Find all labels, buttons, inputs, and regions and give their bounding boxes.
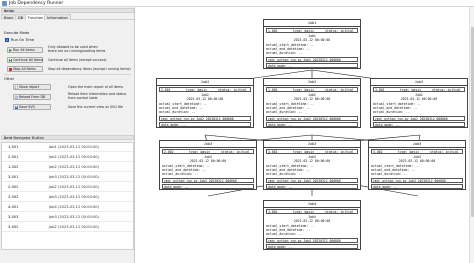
job-card-2-002[interactable]: Job3 2-002 type: basic status: initial J… <box>159 140 257 190</box>
show-report-button[interactable]: Show report <box>13 84 51 90</box>
navigator-list[interactable]: 1-001 Job1 (2023-03-12 00:00:00) 2-001 Job… <box>1 142 134 250</box>
navigator-row[interactable]: 2-001 Job2 (2023-03-12 00:00:00) <box>2 153 133 162</box>
dock-controls[interactable]: ⧉ ✕ <box>4 9 132 13</box>
window-title: Job Dependency Runner <box>9 1 64 6</box>
job-card-1-001[interactable]: Job1 1-001 type: basic status: initial J… <box>263 19 361 69</box>
job-card-4-001[interactable]: Job4 4-001 type: basic status: initial J… <box>263 200 361 250</box>
other-label: Other <box>4 77 15 81</box>
navigator-row[interactable]: 3-001 Job3 (2023-03-12 00:00:00) <box>2 173 133 182</box>
job-card-3-002[interactable]: Job3 3-002 type: basic status: initial J… <box>368 140 466 190</box>
job-card-status-row: 3-001 type: basic status: initial <box>373 87 465 92</box>
job-card-3-001[interactable]: Job2 3-001 type: basic status: initial J… <box>370 78 468 128</box>
play-icon <box>9 49 12 52</box>
job-card-header: Job1 <box>264 20 360 27</box>
navigator-row[interactable]: 2-002 Job2 (2023-03-12 00:00:00) <box>2 183 133 192</box>
save-icon <box>15 106 18 109</box>
reload-icon <box>15 96 18 99</box>
reload-desc-2: from control table <box>68 96 98 100</box>
job-card-header: Job3 <box>264 141 360 148</box>
execute-mode-label: Execute Mode <box>4 31 30 35</box>
stop-all-items-button[interactable]: Stop All Items <box>7 66 43 72</box>
navigator-row[interactable]: 3-003 Job3 (2023-03-12 00:00:00) <box>2 213 133 222</box>
show-report-desc: Open the main report of all items <box>68 85 124 89</box>
job-card-status-row: 2-001 type: basic status: initial <box>159 87 251 92</box>
job-card-header: Job3 <box>160 141 256 148</box>
run-all-desc-2: there are no running/waiting items <box>48 49 106 53</box>
save-svg-desc: Save the current view as SVG file <box>68 105 123 109</box>
job-card-2-001[interactable]: Job2 2-001 type: basic status: initial J… <box>156 78 254 128</box>
job-card-header: Job4 <box>264 201 360 208</box>
window-titlebar: Job Dependency Runner <box>0 0 474 7</box>
navigator-dock-controls[interactable]: ⧉ ✕ <box>4 136 132 140</box>
stop-icon <box>9 68 12 71</box>
app-icon <box>2 1 7 6</box>
job-card-status-row: 4-001 type: basic status: initial <box>266 209 358 214</box>
job-card-header: Job2 <box>371 79 467 86</box>
save-svg-button[interactable]: Save SVG <box>13 104 51 110</box>
run-all-items-button[interactable]: Run All Items <box>7 47 43 53</box>
navigator-row[interactable]: 1-001 Job1 (2023-03-12 00:00:00) <box>2 143 133 152</box>
job-card-status-row: 1-002 type: basic status: initial <box>266 87 358 92</box>
job-card-status-row: 3-002 type: basic status: initial <box>371 149 463 154</box>
vertical-scrollbar[interactable] <box>469 7 474 263</box>
navigator-row[interactable]: 4-001 Job4 (2023-03-12 00:00:00) <box>2 203 133 212</box>
job-card-header: Job2 <box>157 79 253 86</box>
continue-all-desc: Continue all items (except success) <box>48 58 107 62</box>
setup-dock-title[interactable]: Setup ⧉ ✕ <box>1 8 134 13</box>
navigator-row[interactable]: 3-002 Job3 (2023-03-12 00:00:00) <box>2 193 133 202</box>
report-icon <box>15 86 18 89</box>
job-card-status-row: 1-001 type: basic status: initial <box>266 28 358 33</box>
continue-icon <box>9 59 12 62</box>
job-card-1-002[interactable]: Job2 1-002 type: basic status: initial J… <box>263 78 361 128</box>
job-card-status-row: 3-001 type: basic status: initial <box>266 149 358 154</box>
job-card-header: Job2 <box>264 79 360 86</box>
section-divider <box>4 74 131 75</box>
navigator-dock-title[interactable]: Item Navigator Button ⧉ ✕ <box>1 135 134 140</box>
run-on-time-label: Run On Time <box>11 38 35 42</box>
job-card-3-001b[interactable]: Job3 3-001 type: basic status: initial J… <box>263 140 361 190</box>
left-panel: Setup ⧉ ✕ Basic DB Function Information … <box>0 7 135 263</box>
job-card-status-row: 2-002 type: basic status: initial <box>162 149 254 154</box>
navigator-row[interactable]: 1-002 Job2 (2023-03-12 00:00:00) <box>2 163 133 172</box>
stop-all-desc: Stop all dependency items (except runnin… <box>48 67 131 71</box>
job-card-header: Job3 <box>369 141 465 148</box>
continue-all-items-button[interactable]: Continue All Items <box>7 57 43 63</box>
tab-bar: Basic DB Function Information <box>1 14 134 20</box>
reload-from-db-button[interactable]: Reload From DB <box>13 94 51 100</box>
tab-information[interactable]: Information <box>44 14 71 20</box>
navigator-row[interactable]: 3-002 Job2 (2023-03-12 00:00:00) <box>2 223 133 232</box>
run-on-time-checkbox[interactable]: ✓ <box>5 38 9 42</box>
